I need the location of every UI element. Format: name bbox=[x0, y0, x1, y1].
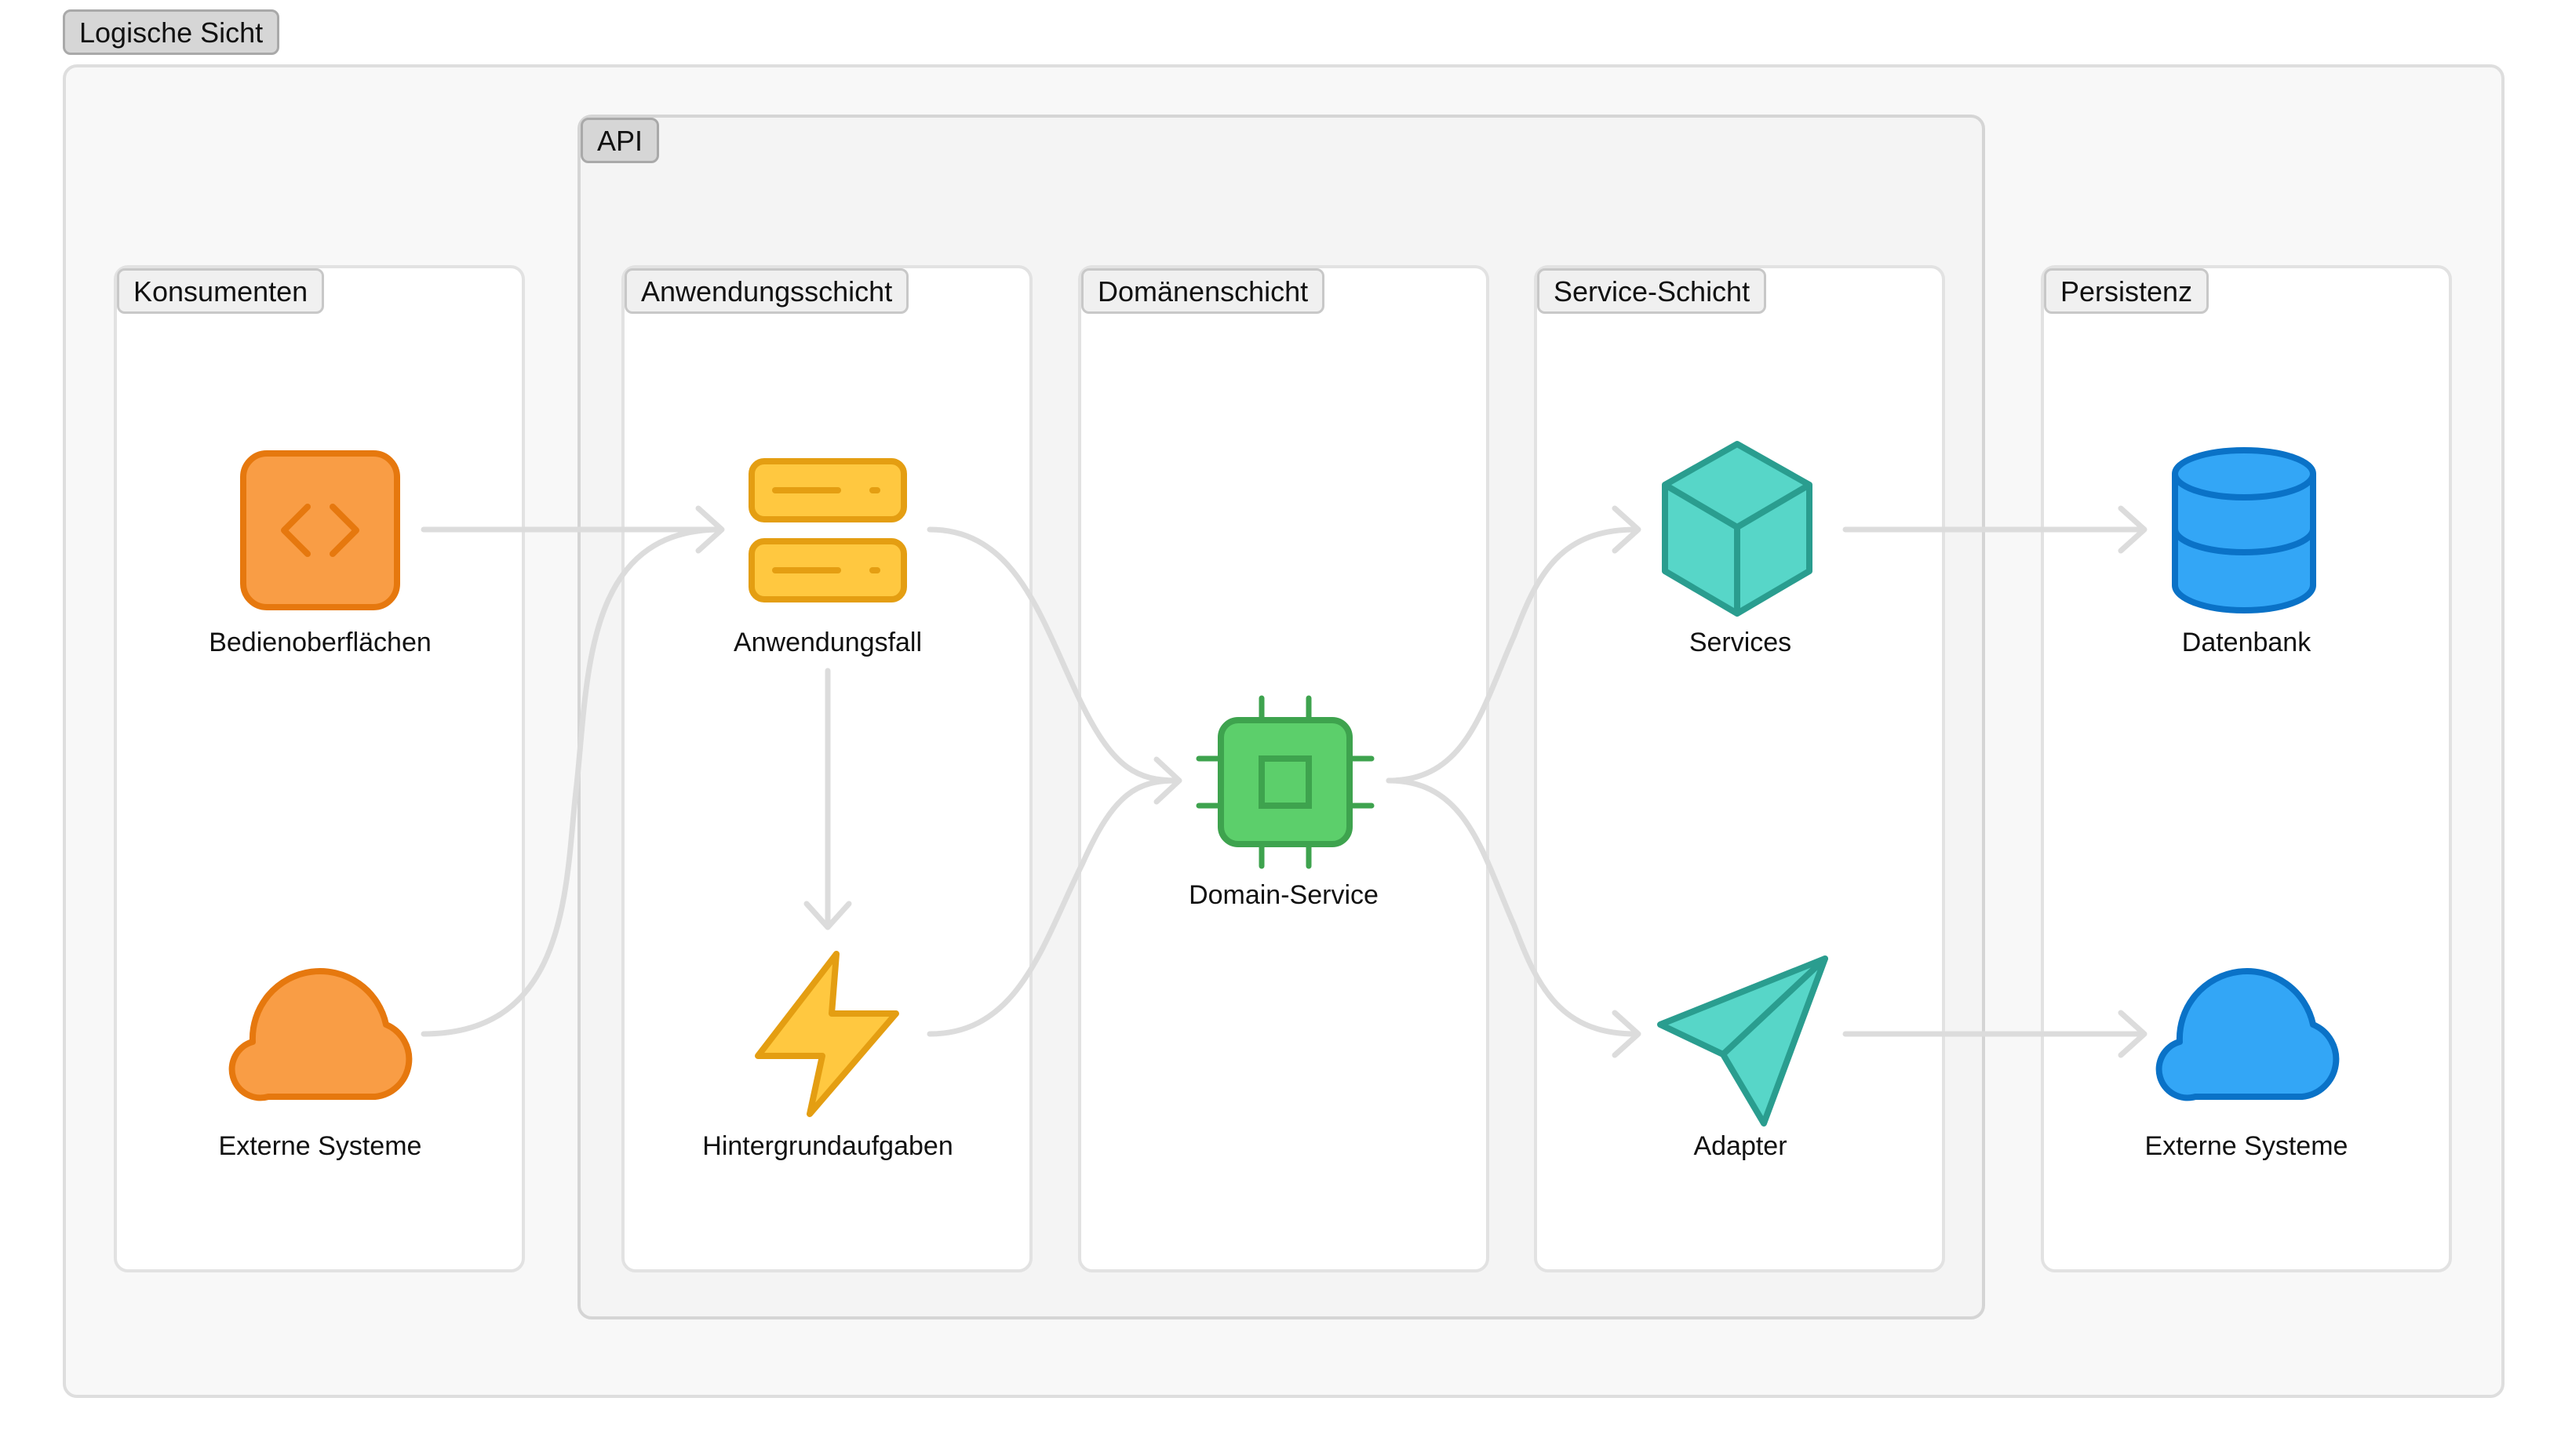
node-domain-label: Domain-Service bbox=[1189, 880, 1379, 910]
lightning-icon bbox=[755, 951, 899, 1117]
cpu-chip-icon bbox=[1196, 695, 1375, 869]
node-db-label: Datenbank bbox=[2181, 628, 2311, 657]
cube-icon bbox=[1662, 441, 1812, 617]
cloud-icon bbox=[228, 968, 413, 1101]
database-icon bbox=[2172, 447, 2316, 613]
cloud-icon bbox=[2155, 968, 2340, 1101]
code-window-icon bbox=[240, 450, 400, 610]
node-ext-in-label: Externe Systeme bbox=[218, 1131, 422, 1161]
paper-plane-icon bbox=[1657, 956, 1828, 1127]
node-ext-out-label: Externe Systeme bbox=[2144, 1131, 2348, 1161]
edge-extin-to-usecase bbox=[421, 526, 723, 1037]
node-services-label: Services bbox=[1689, 628, 1792, 657]
server-icon bbox=[749, 458, 907, 602]
node-usecase-label: Anwendungsfall bbox=[733, 628, 923, 657]
node-adapter-label: Adapter bbox=[1693, 1131, 1787, 1161]
node-jobs-label: Hintergrundaufgaben bbox=[702, 1131, 953, 1161]
node-ui-label: Bedienoberflächen bbox=[209, 628, 432, 657]
